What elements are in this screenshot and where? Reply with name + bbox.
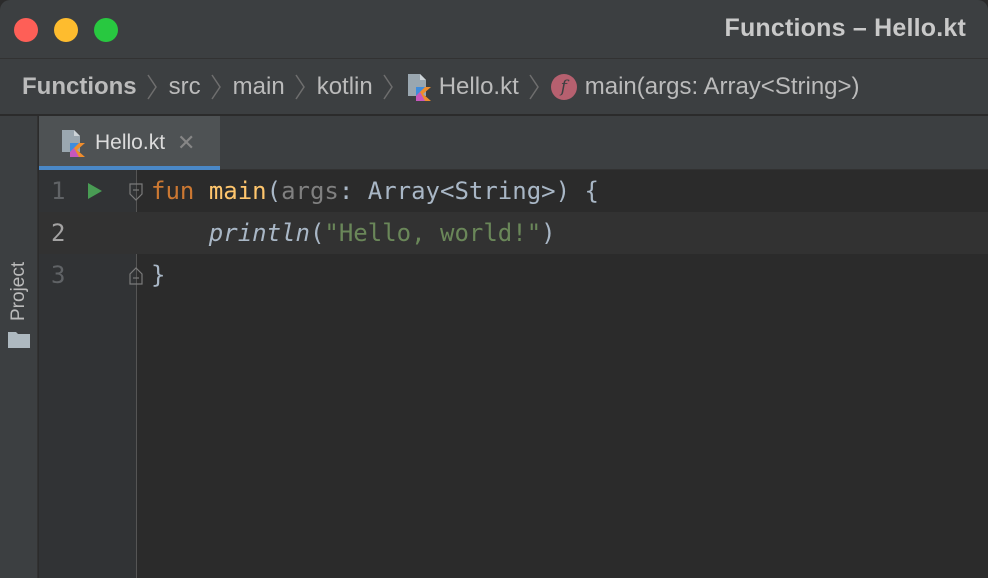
kotlin-file-icon	[405, 72, 433, 102]
code-token: (	[266, 177, 282, 205]
code-token: : Array<String>) {	[338, 177, 599, 205]
kotlin-file-icon	[59, 128, 87, 158]
breadcrumb-item-kotlin[interactable]: kotlin	[317, 73, 373, 101]
code-token: "Hello, world!"	[324, 219, 542, 247]
fold-end-icon[interactable]	[128, 266, 144, 286]
breadcrumb-item-function[interactable]: f main(args: Array<String>)	[550, 72, 860, 101]
breadcrumb-item-project[interactable]: Functions	[22, 73, 137, 101]
code-token: (	[309, 219, 325, 247]
maximize-window-button[interactable]	[94, 18, 118, 42]
code-text: println("Hello, world!")	[151, 212, 556, 254]
fold-start-icon[interactable]	[128, 182, 144, 202]
breadcrumb: Functions src main kotlin Hello.kt f mai…	[0, 58, 988, 115]
tab-label: Hello.kt	[95, 131, 166, 154]
close-icon[interactable]: ✕	[177, 130, 195, 156]
code-token: main	[208, 177, 267, 205]
code-token: args	[281, 177, 339, 205]
line-number: 3	[51, 261, 66, 289]
close-window-button[interactable]	[14, 18, 38, 42]
code-token: fun	[151, 177, 195, 205]
chevron-right-icon	[295, 73, 305, 101]
title-bar: Functions – Hello.kt	[0, 0, 988, 58]
run-icon[interactable]	[87, 181, 103, 201]
breadcrumb-item-src[interactable]: src	[169, 73, 201, 101]
code-text: fun main(args: Array<String>) {	[151, 170, 599, 212]
chevron-right-icon	[211, 73, 221, 101]
code-lines: 1 fun main(args: Array<String>) {2 printl…	[39, 170, 988, 296]
editor-tab-bar: Hello.kt ✕	[39, 116, 988, 170]
breadcrumb-item-main[interactable]: main	[233, 73, 285, 101]
breadcrumb-item-label: main(args: Array<String>)	[584, 72, 860, 100]
chevron-right-icon	[529, 73, 539, 101]
chevron-right-icon	[383, 73, 393, 101]
code-token: }	[151, 261, 166, 289]
breadcrumb-item-file[interactable]: Hello.kt	[405, 72, 519, 102]
function-icon: f	[550, 73, 577, 100]
code-line[interactable]: 1 fun main(args: Array<String>) {	[39, 170, 988, 212]
project-tool-window-button[interactable]: Project	[8, 262, 30, 321]
code-token: )	[541, 219, 556, 247]
code-token: println	[208, 219, 310, 247]
folder-icon[interactable]	[8, 330, 30, 348]
tool-window-sidebar: Project	[0, 116, 38, 578]
breadcrumb-item-label: Hello.kt	[438, 72, 519, 100]
line-number: 2	[51, 219, 66, 247]
minimize-window-button[interactable]	[54, 18, 78, 42]
code-line[interactable]: 3}	[39, 254, 988, 296]
code-line[interactable]: 2 println("Hello, world!")	[39, 212, 988, 254]
window-title: Functions – Hello.kt	[724, 14, 966, 42]
code-editor[interactable]: 1 fun main(args: Array<String>) {2 printl…	[39, 170, 988, 578]
line-number: 1	[51, 177, 66, 205]
chevron-right-icon	[147, 73, 157, 101]
tab-hello-kt[interactable]: Hello.kt ✕	[39, 116, 220, 170]
code-text: }	[151, 254, 165, 296]
